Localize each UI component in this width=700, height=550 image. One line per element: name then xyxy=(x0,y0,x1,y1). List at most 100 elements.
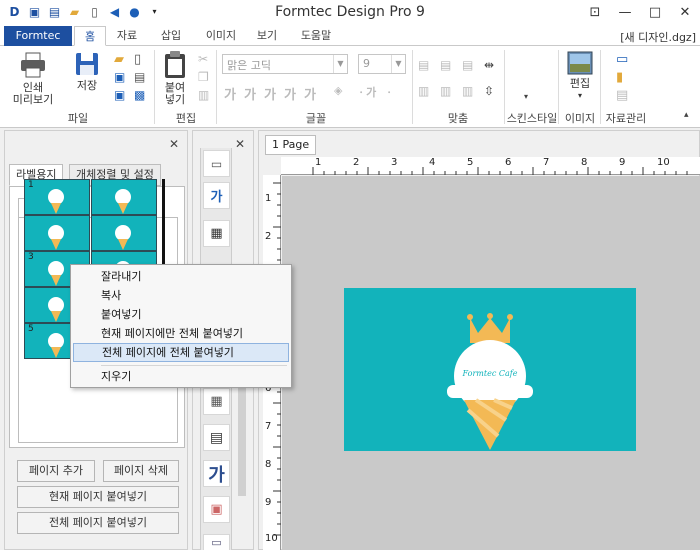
edit-image-button[interactable]: 편집 ▾ xyxy=(564,50,596,102)
align-top-icon[interactable]: ▥ xyxy=(418,84,432,98)
copy-icon[interactable]: ❐ xyxy=(198,70,212,84)
image-icon: ▣ xyxy=(210,502,223,517)
qr-code-tool[interactable]: ▦ xyxy=(203,220,230,247)
delete-page-button[interactable]: 페이지 삭제 xyxy=(103,460,179,482)
tab-home[interactable]: 홈 xyxy=(74,26,106,46)
horizontal-ruler: 1 2 3 4 5 6 7 8 9 10 xyxy=(281,157,700,175)
tab-formtec[interactable]: Formtec xyxy=(4,26,72,46)
printer-icon xyxy=(21,52,45,78)
separator xyxy=(504,50,505,124)
picture-icon: ▭ xyxy=(211,536,222,549)
add-page-button[interactable]: 페이지 추가 xyxy=(17,460,95,482)
bold-icon[interactable]: 가 xyxy=(224,84,236,103)
ruler-label: 4 xyxy=(429,157,436,168)
ruler-label: 9 xyxy=(265,497,272,508)
chevron-down-icon[interactable]: ▼ xyxy=(391,55,405,73)
window-buttons: ⊡ — □ ✕ xyxy=(580,0,700,24)
group-align-label: 맞춤 xyxy=(447,112,469,125)
business-card-label[interactable]: Formtec Cafe xyxy=(344,288,636,451)
minimize-button[interactable]: — xyxy=(610,0,640,24)
font-size-combo[interactable]: 9 ▼ xyxy=(358,54,406,74)
paste-all-pages-button[interactable]: 전체 페이지 붙여넣기 xyxy=(17,512,179,534)
align-right-icon[interactable]: ▤ xyxy=(462,58,476,72)
ruler-label: 9 xyxy=(619,157,626,168)
folder-save-icon[interactable]: ▣ xyxy=(114,70,128,84)
cut-icon[interactable]: ✂ xyxy=(198,52,212,66)
tab-image[interactable]: 이미지 xyxy=(200,26,242,46)
menu-item-copy[interactable]: 복사 xyxy=(73,287,289,306)
export-icon[interactable]: ▤ xyxy=(134,70,148,84)
paste-current-page-button[interactable]: 현재 페이지 붙여넣기 xyxy=(17,486,179,508)
print-list-icon[interactable]: ▤ xyxy=(616,88,630,103)
ruler-ticks xyxy=(312,167,688,175)
ribbon-tab-row: Formtec 홈 자료 삽입 이미지 보기 도움말 [새 디자인.dgz] xyxy=(0,26,700,46)
save-small-icon[interactable]: ▣ xyxy=(114,88,128,102)
distribute-h-icon[interactable]: ⇹ xyxy=(484,58,498,72)
tool-button[interactable]: ▭ xyxy=(203,150,230,177)
table-tool[interactable]: ▦ xyxy=(203,388,230,415)
image-tool[interactable]: ▣ xyxy=(203,496,230,523)
text-outline-icon[interactable]: 가 xyxy=(304,84,316,103)
open-icon[interactable]: ▰ xyxy=(114,52,128,67)
maximize-button[interactable]: □ xyxy=(640,0,670,24)
picture-icon xyxy=(567,51,593,75)
paste-button[interactable]: 붙여 넣기 xyxy=(158,50,192,106)
tab-insert[interactable]: 삽입 xyxy=(156,26,186,46)
separator xyxy=(558,50,559,124)
align-left-icon[interactable]: ▤ xyxy=(418,58,432,72)
print-preview-button[interactable]: 인쇄 미리보기 xyxy=(10,50,56,106)
dropdown-icon[interactable]: ▾ xyxy=(564,90,596,102)
close-icon[interactable]: ✕ xyxy=(235,137,245,151)
tab-help[interactable]: 도움말 xyxy=(296,26,336,46)
chevron-down-icon[interactable]: ▼ xyxy=(333,55,347,73)
menu-item-cut[interactable]: 잘라내기 xyxy=(73,268,289,287)
ruler-label: 10 xyxy=(657,157,670,168)
canvas-workspace[interactable]: Formtec Cafe xyxy=(282,176,700,550)
save-all-icon[interactable]: ▩ xyxy=(134,88,148,102)
book-icon[interactable]: ▮ xyxy=(616,70,630,85)
font-name-combo[interactable]: 맑은 고딕 ▼ xyxy=(222,54,348,74)
align-middle-icon[interactable]: ▥ xyxy=(440,84,454,98)
close-button[interactable]: ✕ xyxy=(670,0,700,24)
align-center-icon[interactable]: ▤ xyxy=(440,58,454,72)
menu-item-paste-all-current-page[interactable]: 현재 페이지에만 전체 붙여넣기 xyxy=(73,325,289,344)
ruler-label: 7 xyxy=(543,157,550,168)
ruler-label: 1 xyxy=(315,157,322,168)
align-bottom-icon[interactable]: ▥ xyxy=(462,84,476,98)
delete-icon[interactable]: ▥ xyxy=(198,88,212,102)
context-menu: 잘라내기 복사 붙여넣기 현재 페이지에만 전체 붙여넣기 전체 페이지에 전체… xyxy=(70,264,292,388)
dropdown-icon[interactable]: ▾ xyxy=(524,92,538,106)
tab-view[interactable]: 보기 xyxy=(252,26,282,46)
clipboard-icon xyxy=(165,51,185,78)
collapse-ribbon-icon[interactable]: ▴ xyxy=(684,110,698,124)
ruler-label: 2 xyxy=(353,157,360,168)
menu-item-delete[interactable]: 지우기 xyxy=(73,368,289,387)
new-file-icon[interactable]: ▯ xyxy=(134,52,148,67)
save-label: 저장 xyxy=(76,79,98,92)
font-color-icon[interactable]: ㆍ가 xyxy=(356,84,376,100)
separator xyxy=(216,50,217,124)
close-icon[interactable]: ✕ xyxy=(169,137,179,151)
strikethrough-icon[interactable]: 가 xyxy=(284,84,296,103)
distribute-v-icon[interactable]: ⇳ xyxy=(484,84,498,98)
text-effect-icon[interactable]: ㆍ xyxy=(384,84,394,100)
text-color-tool[interactable]: 가 xyxy=(203,182,230,209)
page-tab-1-page[interactable]: 1 Page xyxy=(265,135,317,155)
ribbon: 인쇄 미리보기 저장 ▰ ▯ ▣ ▤ ▣ ▩ 파일 붙여 넣기 ✂ ❐ ▥ 편집… xyxy=(0,46,700,128)
separator xyxy=(154,50,155,124)
save-button[interactable]: 저장 xyxy=(70,50,104,92)
ruler-label: 8 xyxy=(265,459,272,470)
menu-item-paste-all-pages[interactable]: 전체 페이지에 전체 붙여넣기 xyxy=(73,343,289,362)
monitor-icon[interactable]: ▭ xyxy=(616,52,630,67)
menu-item-paste[interactable]: 붙여넣기 xyxy=(73,306,289,325)
ruler-label: 1 xyxy=(265,193,272,204)
text-tool[interactable]: 가 xyxy=(203,460,230,487)
tab-data[interactable]: 자료 xyxy=(112,26,142,46)
ribbon-toggle-icon[interactable]: ⊡ xyxy=(580,0,610,24)
document-tool[interactable]: ▤ xyxy=(203,424,230,451)
table-icon: ▦ xyxy=(210,394,223,409)
picture-tool[interactable]: ▭ xyxy=(203,534,230,550)
fill-color-icon[interactable]: ◈ xyxy=(334,84,342,97)
italic-icon[interactable]: 가 xyxy=(244,84,256,103)
underline-icon[interactable]: 가 xyxy=(264,84,276,103)
